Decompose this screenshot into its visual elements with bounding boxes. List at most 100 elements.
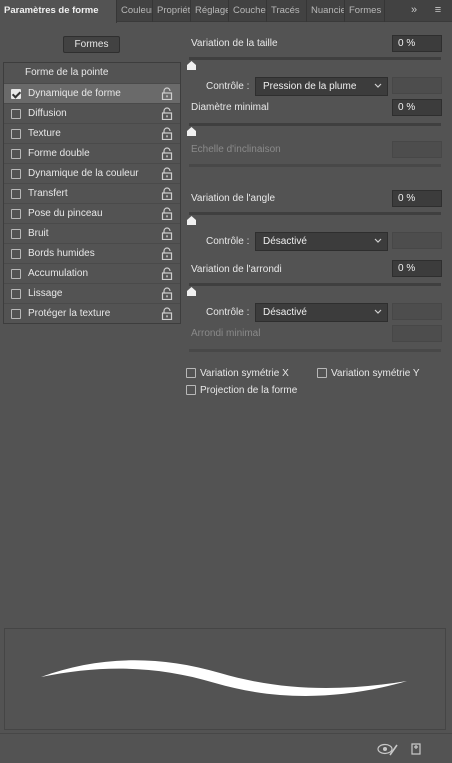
brush-setting-item[interactable]: Accumulation: [4, 263, 180, 283]
tilt-scale-slider: [189, 164, 441, 167]
brush-setting-item[interactable]: Transfert: [4, 183, 180, 203]
roundness-jitter-slider[interactable]: [189, 283, 441, 286]
roundness-control-label: Contrôle :: [206, 307, 250, 318]
panel-footer: [0, 733, 452, 763]
brush-setting-item[interactable]: Bruit: [4, 223, 180, 243]
brush-setting-checkbox[interactable]: [11, 269, 21, 279]
size-jitter-field[interactable]: 0 %: [392, 35, 442, 52]
lock-icon[interactable]: [161, 307, 173, 320]
tab-channels[interactable]: Couches: [229, 0, 267, 22]
tab-brushes[interactable]: Formes: [345, 0, 385, 22]
angle-control-value: Désactivé: [263, 236, 307, 247]
brush-projection-checkbox[interactable]: [186, 385, 196, 395]
tab-paths[interactable]: Tracés: [267, 0, 307, 22]
brush-setting-item[interactable]: Dynamique de la couleur: [4, 163, 180, 183]
min-roundness-slider: [189, 349, 441, 352]
brush-setting-checkbox[interactable]: [11, 229, 21, 239]
brush-stroke-preview: [41, 660, 407, 696]
lock-icon[interactable]: [161, 107, 173, 120]
angle-control-select[interactable]: Désactivé: [255, 232, 388, 251]
lock-icon[interactable]: [161, 267, 173, 280]
brush-setting-label: Texture: [28, 128, 61, 139]
brush-setting-checkbox[interactable]: [11, 129, 21, 139]
brush-setting-checkbox[interactable]: [11, 169, 21, 179]
chevron-down-icon: [374, 238, 382, 243]
tilt-scale-field: [392, 141, 442, 158]
brush-tip-shape-item[interactable]: Forme de la pointe: [4, 63, 180, 83]
eye-brush-icon[interactable]: [377, 742, 399, 756]
chevron-down-icon: [374, 83, 382, 88]
brush-setting-item[interactable]: Texture: [4, 123, 180, 143]
roundness-control-value: Désactivé: [263, 307, 307, 318]
lock-icon[interactable]: [161, 187, 173, 200]
lock-icon[interactable]: [161, 87, 173, 100]
brush-setting-label: Accumulation: [28, 268, 89, 279]
min-diameter-label: Diamètre minimal: [191, 102, 269, 113]
roundness-jitter-label: Variation de l'arrondi: [191, 264, 282, 275]
flip-y-checkbox[interactable]: [317, 368, 327, 378]
double-chevron-right-icon[interactable]: »: [404, 0, 424, 22]
roundness-jitter-slider-thumb[interactable]: [187, 287, 196, 296]
brush-setting-checkbox[interactable]: [11, 89, 21, 99]
brush-setting-item[interactable]: Protéger la texture: [4, 303, 180, 323]
brush-setting-label: Diffusion: [28, 108, 67, 119]
tab-properties[interactable]: Propriétés: [153, 0, 191, 22]
tab-color[interactable]: Couleur: [117, 0, 153, 22]
brush-setting-checkbox[interactable]: [11, 189, 21, 199]
lock-icon[interactable]: [161, 247, 173, 260]
tab-brush-settings[interactable]: Paramètres de forme: [0, 0, 117, 23]
angle-jitter-field[interactable]: 0 %: [392, 190, 442, 207]
brush-setting-item[interactable]: Pose du pinceau: [4, 203, 180, 223]
brush-setting-label: Bords humides: [28, 248, 95, 259]
brush-setting-checkbox[interactable]: [11, 309, 21, 319]
brush-setting-checkbox[interactable]: [11, 249, 21, 259]
tab-swatches[interactable]: Nuancier: [307, 0, 345, 22]
lock-icon[interactable]: [161, 147, 173, 160]
angle-control-extra-field: [392, 232, 442, 249]
brush-setting-item[interactable]: Forme double: [4, 143, 180, 163]
stroke-preview: [4, 628, 446, 730]
brush-setting-item[interactable]: Dynamique de forme: [4, 83, 180, 103]
min-diameter-field[interactable]: 0 %: [392, 99, 442, 116]
min-roundness-label: Arrondi minimal: [191, 328, 261, 339]
roundness-jitter-field[interactable]: 0 %: [392, 260, 442, 277]
brush-setting-label: Lissage: [28, 288, 63, 299]
tab-adjustments[interactable]: Réglages: [191, 0, 229, 22]
flip-x-label: Variation symétrie X: [200, 368, 289, 379]
brush-setting-item[interactable]: Lissage: [4, 283, 180, 303]
lock-icon[interactable]: [161, 167, 173, 180]
brush-setting-item[interactable]: Diffusion: [4, 103, 180, 123]
brush-setting-checkbox[interactable]: [11, 209, 21, 219]
size-control-select[interactable]: Pression de la plume: [255, 77, 388, 96]
chevron-down-icon: [374, 309, 382, 314]
new-preset-icon[interactable]: [409, 742, 423, 756]
flip-x-checkbox[interactable]: [186, 368, 196, 378]
panel-tab-bar: Paramètres de forme Couleur Propriétés R…: [0, 0, 452, 23]
lock-icon[interactable]: [161, 227, 173, 240]
angle-jitter-slider-thumb[interactable]: [187, 216, 196, 225]
size-jitter-slider-thumb[interactable]: [187, 61, 196, 70]
min-diameter-slider[interactable]: [189, 123, 441, 126]
brush-setting-label: Protéger la texture: [28, 308, 111, 319]
hamburger-menu-icon[interactable]: ≡: [428, 0, 448, 22]
brushes-button[interactable]: Formes: [63, 36, 120, 53]
lock-icon[interactable]: [161, 287, 173, 300]
size-jitter-slider[interactable]: [189, 57, 441, 60]
brush-settings-list: Forme de la pointe Dynamique de forme Dif…: [3, 62, 181, 324]
min-diameter-slider-thumb[interactable]: [187, 127, 196, 136]
size-control-value: Pression de la plume: [263, 81, 357, 92]
roundness-control-select[interactable]: Désactivé: [255, 303, 388, 322]
lock-icon[interactable]: [161, 127, 173, 140]
brush-setting-label: Bruit: [28, 228, 49, 239]
brush-setting-checkbox[interactable]: [11, 149, 21, 159]
brush-setting-checkbox[interactable]: [11, 109, 21, 119]
brush-setting-label: Transfert: [28, 188, 68, 199]
brush-setting-item[interactable]: Bords humides: [4, 243, 180, 263]
angle-jitter-slider[interactable]: [189, 212, 441, 215]
brush-setting-label: Dynamique de forme: [28, 88, 121, 99]
brush-setting-checkbox[interactable]: [11, 289, 21, 299]
brush-setting-label: Pose du pinceau: [28, 208, 103, 219]
lock-icon[interactable]: [161, 207, 173, 220]
angle-jitter-label: Variation de l'angle: [191, 193, 276, 204]
size-jitter-label: Variation de la taille: [191, 38, 278, 49]
